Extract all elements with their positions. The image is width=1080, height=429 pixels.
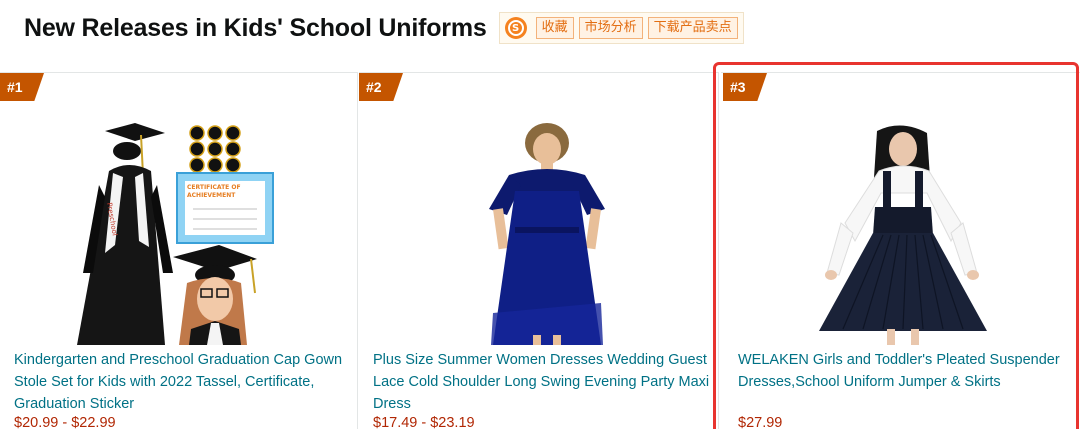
pleated-suspender-dress-image[interactable]: [791, 123, 1011, 345]
plugin-logo-icon[interactable]: S: [504, 17, 527, 39]
market-analysis-button[interactable]: 市场分析: [578, 17, 643, 39]
product-title-link[interactable]: Plus Size Summer Women Dresses Wedding G…: [373, 349, 713, 415]
product-card-3[interactable]: #3 WELAKEN Girls and Toddler's Pleated S…: [721, 72, 1080, 429]
page-title: New Releases in Kids' School Uniforms: [24, 13, 487, 42]
product-price: $20.99 - $22.99: [14, 415, 116, 429]
certificate-subtitle: ACHIEVEMENT: [187, 192, 236, 199]
product-title-link[interactable]: Kindergarten and Preschool Graduation Ca…: [14, 349, 354, 415]
favorite-button[interactable]: 收藏: [535, 17, 574, 39]
product-price: $17.49 - $23.19: [373, 415, 475, 429]
sticker-sheet: [188, 125, 241, 173]
product-card-2[interactable]: #2 Plus Size Summer Women Dresses Weddin…: [359, 72, 719, 429]
page-header: New Releases in Kids' School Uniforms S …: [24, 8, 744, 48]
product-price: $27.99: [738, 415, 783, 429]
rank-badge: #3: [723, 73, 767, 101]
product-title-link[interactable]: WELAKEN Girls and Toddler's Pleated Susp…: [738, 349, 1078, 393]
product-card-1[interactable]: #1 Preschool CERTIFICATE OF ACHIEVEMENT …: [0, 72, 358, 429]
graduation-gown-set-image[interactable]: Preschool CERTIFICATE OF ACHIEVEMENT: [69, 123, 289, 345]
rank-badge: #2: [359, 73, 403, 101]
plugin-toolbar: S 收藏 市场分析 下载产品卖点: [498, 12, 744, 44]
navy-maxi-dress-image[interactable]: [429, 123, 649, 345]
rank-badge: #1: [0, 73, 44, 101]
download-selling-points-button[interactable]: 下载产品卖点: [647, 17, 738, 39]
certificate-title: CERTIFICATE OF: [187, 184, 241, 191]
